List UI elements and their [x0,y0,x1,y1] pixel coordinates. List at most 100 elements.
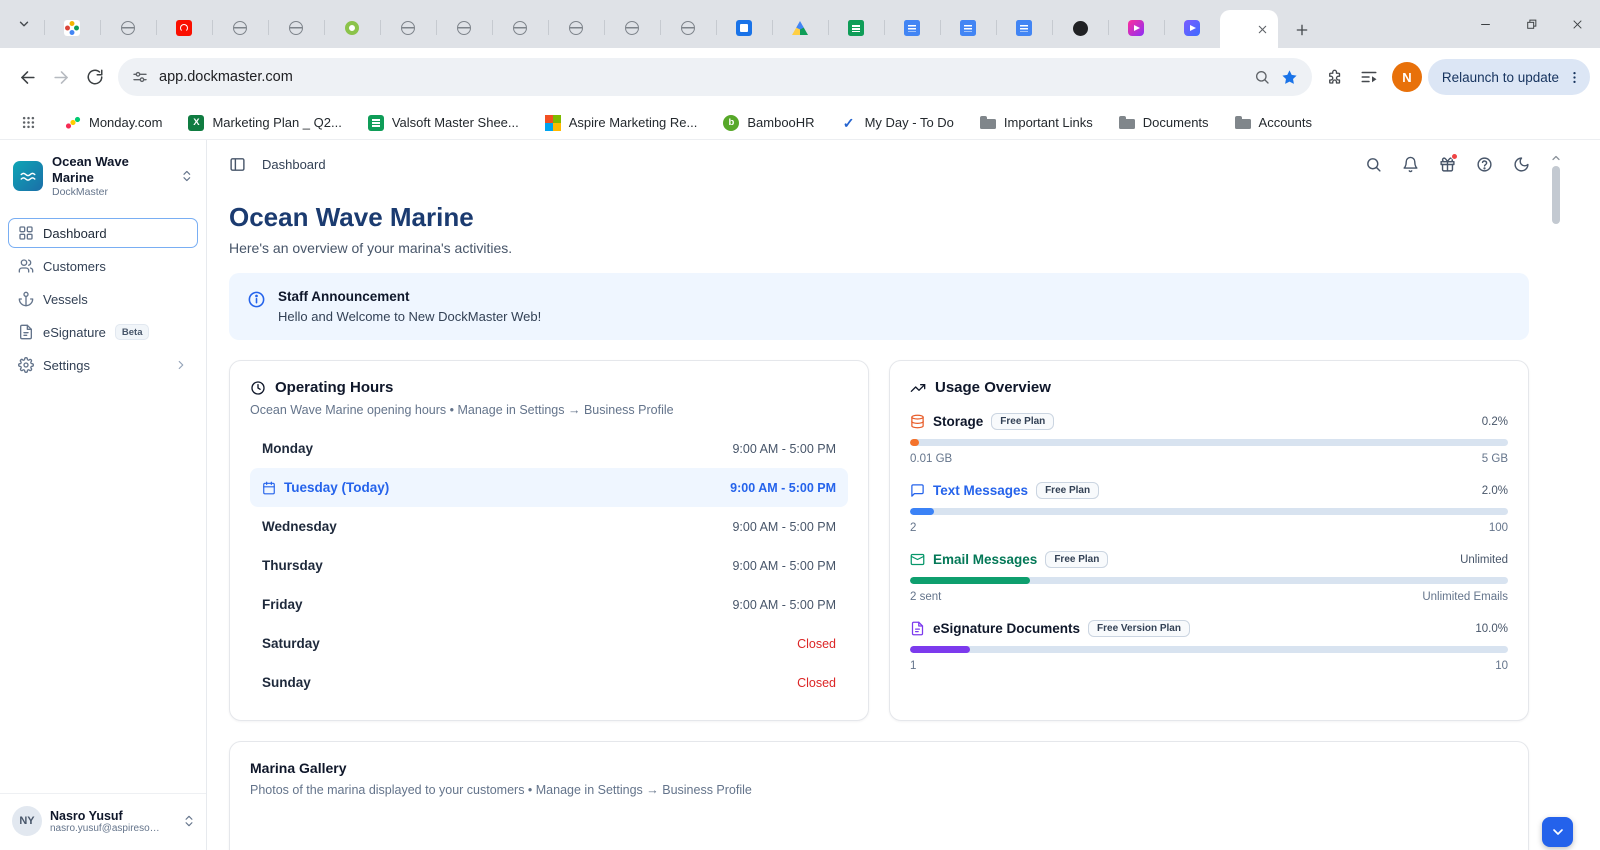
chevron-right-icon [174,358,188,372]
browser-tab[interactable] [716,11,772,45]
restore-icon [1525,18,1538,31]
sidebar-item-esignature[interactable]: eSignature Beta [8,317,198,347]
maximize-button[interactable] [1508,0,1554,48]
hours-row: Wednesday 9:00 AM - 5:00 PM [250,507,848,546]
bookmark-favicon-icon [1235,115,1251,131]
scrollbar-thumb[interactable] [1552,166,1560,224]
browser-tab[interactable] [212,11,268,45]
new-tab-button[interactable] [1288,16,1316,44]
bookmark[interactable]: X Marketing Plan _ Q2... [175,109,354,137]
browser-tab[interactable] [996,11,1052,45]
browser-tab[interactable] [884,11,940,45]
active-tab[interactable] [1220,10,1278,48]
browser-tab[interactable] [100,11,156,45]
browser-tab[interactable] [436,11,492,45]
gallery-title: Marina Gallery [250,760,1508,776]
progress-fill [910,508,934,515]
browser-tab[interactable] [492,11,548,45]
sidebar-nav: Dashboard Customers Vessels eSignature B… [0,210,206,388]
bookmark[interactable]: b BambooHR [710,109,827,137]
document-icon [910,621,925,636]
dark-mode-button[interactable] [1513,156,1530,173]
progress-track [910,577,1508,584]
sidebar-item-settings[interactable]: Settings [8,350,198,380]
relaunch-update-button[interactable]: Relaunch to update [1428,59,1590,95]
bookmark[interactable]: Valsoft Master Shee... [355,109,532,137]
org-switcher[interactable]: Ocean Wave Marine DockMaster [0,140,206,210]
pinned-tabs [44,0,1220,48]
scroll-up-arrow-icon[interactable] [1550,152,1562,164]
browser-tab[interactable] [268,11,324,45]
bookmark-favicon-icon [545,115,561,131]
browser-tab[interactable] [828,11,884,45]
bookmark[interactable]: ✓ My Day - To Do [828,109,967,137]
kebab-menu-icon[interactable] [1567,70,1582,85]
gallery-subtitle: Photos of the marina displayed to your c… [250,783,1508,797]
search-button[interactable] [1365,156,1382,173]
back-button[interactable] [10,60,44,94]
browser-tab[interactable] [324,11,380,45]
bookmark[interactable]: Aspire Marketing Re... [532,109,711,137]
progress-track [910,508,1508,515]
browser-tab[interactable] [380,11,436,45]
usage-percent: Unlimited [1460,554,1508,566]
url-text: app.dockmaster.com [159,69,293,85]
sidebar-item-customers[interactable]: Customers [8,251,198,281]
playlist-button[interactable] [1352,60,1386,94]
sidebar-item-vessels[interactable]: Vessels [8,284,198,314]
bookmark[interactable]: Accounts [1222,109,1325,137]
chevrons-up-down-icon [180,169,194,183]
clock-icon [250,380,266,396]
trending-up-icon [910,380,926,396]
whats-new-button[interactable] [1439,156,1456,173]
address-bar[interactable]: app.dockmaster.com [118,58,1312,96]
notifications-button[interactable] [1402,156,1419,173]
reload-button[interactable] [78,60,112,94]
dockmaster-app: Ocean Wave Marine DockMaster Dashboard C… [0,140,1600,850]
apps-grid-button[interactable] [14,109,42,137]
help-button[interactable] [1476,156,1493,173]
hours-value: Closed [797,637,836,651]
minimize-button[interactable] [1462,0,1508,48]
tab-search-button[interactable] [10,10,38,38]
tab-favicon-icon [1184,20,1200,36]
sidebar-toggle-icon[interactable] [229,156,246,173]
extensions-button[interactable] [1318,60,1352,94]
close-window-button[interactable] [1554,0,1600,48]
bookmark[interactable]: Documents [1106,109,1222,137]
bookmark[interactable]: Monday.com [52,109,175,137]
bookmark-label: My Day - To Do [865,115,954,130]
sidebar-item-dashboard[interactable]: Dashboard [8,218,198,248]
usage-label: Email Messages [933,552,1037,567]
document-icon [18,324,34,340]
site-settings-icon[interactable] [132,69,148,85]
browser-tab[interactable] [548,11,604,45]
breadcrumb[interactable]: Dashboard [262,157,326,172]
bookmark-favicon-icon: X [188,115,204,131]
scroll-down-button[interactable] [1542,817,1573,847]
browser-tab[interactable] [660,11,716,45]
user-avatar: NY [12,806,42,836]
browser-tab[interactable] [940,11,996,45]
usage-item-esignature-documents: eSignature Documents Free Version Plan 1… [910,620,1508,672]
bookmark-star-icon[interactable] [1281,69,1298,86]
profile-avatar[interactable]: N [1392,62,1422,92]
notification-dot [1451,153,1458,160]
gear-icon [18,357,34,373]
browser-tab[interactable] [156,11,212,45]
hours-card-title: Operating Hours [275,379,393,396]
browser-tab[interactable] [44,11,100,45]
browser-tab[interactable] [1164,11,1220,45]
day-label: Wednesday [262,519,337,534]
browser-tab[interactable] [604,11,660,45]
apps-grid-icon [21,115,36,130]
zoom-icon[interactable] [1254,69,1270,85]
page-title: Ocean Wave Marine [229,202,1600,233]
browser-tab[interactable] [1108,11,1164,45]
forward-button[interactable] [44,60,78,94]
tab-close-icon[interactable] [1254,21,1270,37]
browser-tab[interactable] [772,11,828,45]
user-menu[interactable]: NY Nasro Yusuf nasro.yusuf@aspiresoftwar… [0,793,206,850]
browser-tab[interactable] [1052,11,1108,45]
bookmark[interactable]: Important Links [967,109,1106,137]
